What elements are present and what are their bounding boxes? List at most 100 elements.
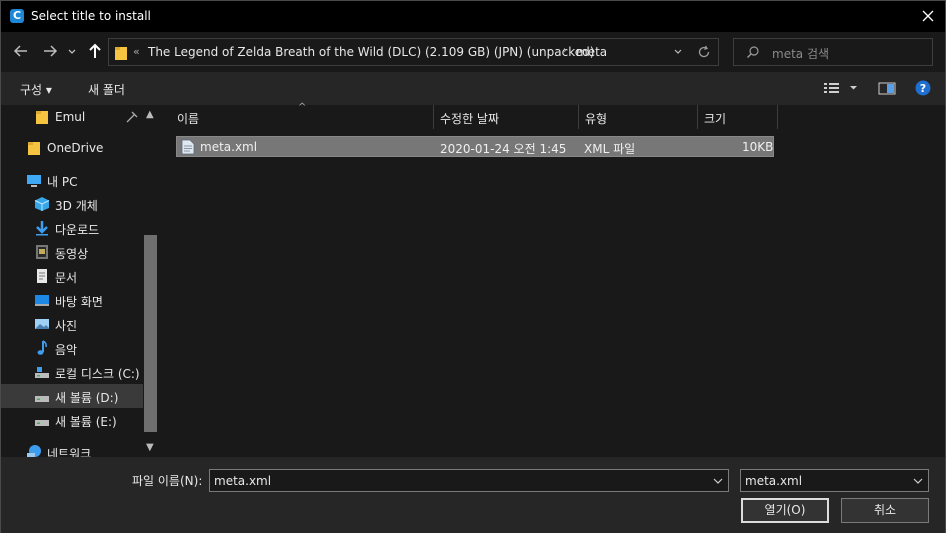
sidebar-item-label: 사진: [55, 319, 78, 333]
search-placeholder: meta 검색: [772, 47, 830, 61]
sidebar-item-videos[interactable]: 동영상: [1, 240, 143, 264]
refresh-button[interactable]: [696, 44, 712, 63]
dialog-footer: 파일 이름(N): meta.xml meta.xml 열기(O) 취소: [1, 457, 945, 533]
refresh-icon: [698, 45, 710, 58]
new-folder-button[interactable]: 새 폴더: [88, 81, 125, 98]
file-row[interactable]: meta.xml 2020-01-24 오전 1:45 XML 파일 10KB: [176, 136, 774, 157]
arrow-up-icon: [89, 43, 101, 58]
cancel-button[interactable]: 취소: [841, 498, 929, 523]
column-header-label: 크기: [704, 112, 727, 126]
column-header-label: 유형: [585, 112, 608, 126]
chevron-down-icon: [913, 478, 923, 484]
network-icon: [27, 445, 41, 457]
sidebar-item-label: 다운로드: [55, 223, 100, 237]
sidebar-item-label: 새 볼륨 (D:): [55, 391, 119, 405]
cube-icon: [34, 197, 50, 211]
navigation-pane: ▲ ▼ Emul OneDrive 내 PC 3D 개체 다운로드 동영상 문서…: [1, 105, 159, 457]
desktop-icon: [35, 295, 49, 306]
sidebar-item-label: 새 볼륨 (E:): [55, 415, 117, 429]
sidebar-item-volume-d[interactable]: 새 볼륨 (D:): [1, 384, 143, 408]
folder-icon: [28, 142, 40, 155]
sidebar-item-label: 내 PC: [47, 175, 78, 189]
search-icon: [747, 46, 759, 58]
file-type: XML 파일: [584, 142, 636, 156]
address-separator[interactable]: ›: [563, 45, 567, 56]
folder-icon: [115, 47, 127, 60]
drive-icon: [35, 396, 49, 402]
file-size: 10KB: [742, 140, 774, 154]
filetype-value: meta.xml: [745, 474, 803, 488]
back-button[interactable]: [11, 41, 31, 61]
sidebar-scroll-thumb[interactable]: [144, 235, 157, 432]
details-view-icon: [824, 83, 857, 93]
download-icon: [36, 221, 48, 236]
open-button[interactable]: 열기(O): [741, 498, 829, 523]
picture-icon: [35, 319, 49, 329]
sidebar-item-documents[interactable]: 문서: [1, 264, 143, 288]
address-dropdown-button[interactable]: [673, 45, 683, 62]
forward-button[interactable]: [40, 41, 60, 61]
sidebar-item-this-pc[interactable]: 내 PC: [1, 168, 143, 192]
document-icon: [37, 269, 47, 283]
address-bar[interactable]: « The Legend of Zelda Breath of the Wild…: [108, 38, 719, 66]
chevron-down-icon[interactable]: [712, 474, 724, 488]
drive-icon: [35, 420, 49, 426]
view-options-button[interactable]: [823, 80, 863, 99]
sidebar-item-downloads[interactable]: 다운로드: [1, 216, 143, 240]
sidebar-item-label: 로컬 디스크 (C:): [55, 367, 140, 381]
drive-icon: [35, 367, 49, 378]
scroll-down-arrow[interactable]: ▼: [146, 442, 154, 453]
organize-button[interactable]: 구성 ▾: [20, 81, 52, 98]
filename-value: meta.xml: [214, 474, 272, 488]
file-modified: 2020-01-24 오전 1:45: [440, 142, 567, 156]
sidebar-item-label: 네트워크: [47, 447, 92, 457]
address-path-segment[interactable]: The Legend of Zelda Breath of the Wild (…: [148, 45, 594, 59]
close-button[interactable]: [911, 1, 945, 32]
file-list: ^ 이름 수정한 날짜 유형 크기 meta.xml 2020-01-24 오전…: [161, 102, 945, 457]
filename-label: 파일 이름(N):: [132, 474, 203, 488]
column-header-size[interactable]: 크기: [698, 105, 778, 129]
preview-pane-button[interactable]: [878, 80, 896, 99]
computer-icon: [27, 175, 41, 187]
title-bar: C Select title to install: [1, 1, 945, 32]
help-button[interactable]: ?: [915, 80, 931, 99]
help-icon: ?: [915, 80, 931, 96]
xml-file-icon: [181, 139, 195, 155]
filename-input[interactable]: meta.xml: [209, 469, 729, 492]
up-button[interactable]: [85, 41, 105, 61]
address-current-segment[interactable]: meta: [576, 45, 607, 59]
help-glyph: ?: [920, 82, 926, 95]
app-icon: C: [10, 9, 24, 23]
sidebar-item-label: 동영상: [55, 247, 89, 261]
file-dialog: C Select title to install « The Legend o…: [0, 0, 946, 533]
close-icon: [922, 10, 934, 22]
filetype-select[interactable]: meta.xml: [740, 469, 929, 492]
music-icon: [37, 340, 47, 355]
column-header-type[interactable]: 유형: [579, 105, 698, 129]
recent-locations-button[interactable]: [65, 41, 79, 61]
sidebar-item-music[interactable]: 음악: [1, 336, 143, 360]
sidebar-item-network[interactable]: 네트워크: [1, 440, 143, 457]
scroll-up-arrow[interactable]: ▲: [146, 109, 154, 120]
address-overflow[interactable]: «: [133, 45, 140, 58]
sidebar-item-onedrive[interactable]: OneDrive: [1, 136, 143, 160]
sidebar-item-emul[interactable]: Emul: [1, 105, 143, 129]
video-icon: [36, 245, 48, 259]
folder-icon: [36, 111, 48, 124]
sidebar-item-volume-e[interactable]: 새 볼륨 (E:): [1, 408, 143, 432]
search-box[interactable]: meta 검색: [733, 38, 933, 66]
sidebar-item-pictures[interactable]: 사진: [1, 312, 143, 336]
sidebar-item-desktop[interactable]: 바탕 화면: [1, 288, 143, 312]
chevron-down-icon: [68, 49, 76, 54]
column-header-modified[interactable]: 수정한 날짜: [434, 105, 579, 129]
sidebar-item-label: 바탕 화면: [55, 295, 103, 309]
sidebar-item-local-disk-c[interactable]: 로컬 디스크 (C:): [1, 360, 143, 384]
file-name: meta.xml: [200, 140, 258, 154]
arrow-left-icon: [13, 45, 27, 57]
arrow-right-icon: [44, 45, 58, 57]
sidebar-item-3d-objects[interactable]: 3D 개체: [1, 192, 143, 216]
preview-pane-icon: [878, 82, 896, 95]
sidebar-item-label: 문서: [55, 271, 78, 285]
column-header-label: 이름: [177, 112, 200, 126]
column-header-name[interactable]: 이름: [171, 105, 434, 129]
